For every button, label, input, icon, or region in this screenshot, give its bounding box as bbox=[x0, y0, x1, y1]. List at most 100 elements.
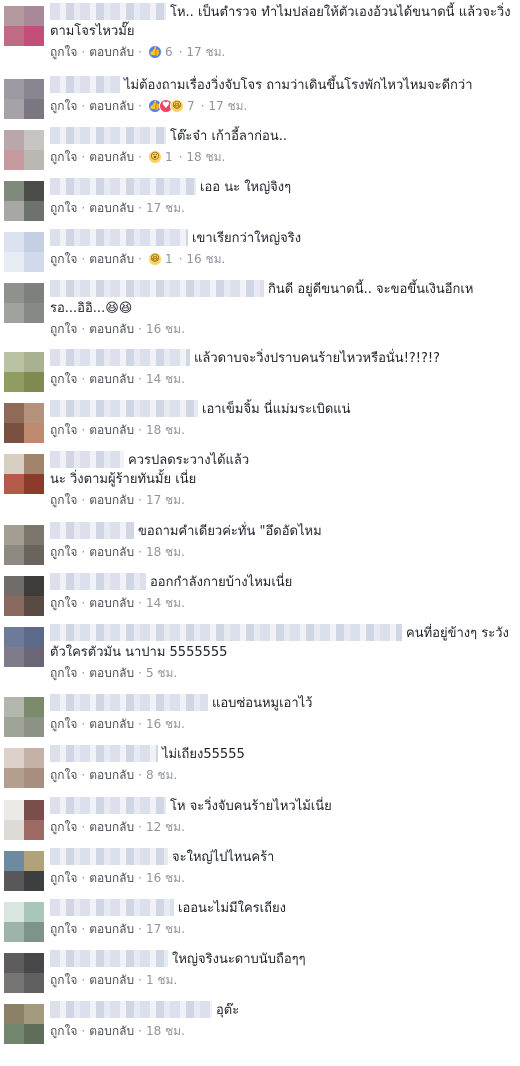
like-link[interactable]: ถูกใจ bbox=[50, 818, 77, 836]
reply-link[interactable]: ตอบกลับ bbox=[89, 920, 134, 938]
commenter-name[interactable] bbox=[50, 573, 146, 590]
commenter-name[interactable] bbox=[50, 229, 188, 246]
commenter-name[interactable] bbox=[50, 349, 190, 366]
commenter-name[interactable] bbox=[50, 76, 120, 93]
reply-link[interactable]: ตอบกลับ bbox=[89, 250, 134, 268]
reply-link[interactable]: ตอบกลับ bbox=[89, 97, 134, 115]
avatar[interactable] bbox=[4, 181, 44, 221]
like-link[interactable]: ถูกใจ bbox=[50, 421, 77, 439]
comment-timestamp[interactable]: 17 ชม. bbox=[146, 920, 185, 938]
commenter-name[interactable] bbox=[50, 451, 124, 468]
commenter-name[interactable] bbox=[50, 3, 166, 20]
avatar[interactable] bbox=[4, 697, 44, 737]
commenter-name[interactable] bbox=[50, 178, 196, 195]
like-link[interactable]: ถูกใจ bbox=[50, 199, 77, 217]
commenter-name[interactable] bbox=[50, 280, 264, 297]
reply-link[interactable]: ตอบกลับ bbox=[89, 491, 134, 509]
comment-timestamp[interactable]: 17 ชม. bbox=[208, 97, 247, 115]
reply-link[interactable]: ตอบกลับ bbox=[89, 818, 134, 836]
like-link[interactable]: ถูกใจ bbox=[50, 664, 77, 682]
comment-timestamp[interactable]: 5 ชม. bbox=[146, 664, 177, 682]
reply-link[interactable]: ตอบกลับ bbox=[89, 421, 134, 439]
commenter-name[interactable] bbox=[50, 745, 158, 762]
avatar[interactable] bbox=[4, 953, 44, 993]
comment-timestamp[interactable]: 16 ชม. bbox=[146, 715, 185, 733]
reaction-count[interactable]: 6 bbox=[165, 43, 173, 61]
commenter-name[interactable] bbox=[50, 400, 198, 417]
commenter-name[interactable] bbox=[50, 1001, 212, 1018]
avatar[interactable] bbox=[4, 454, 44, 494]
avatar[interactable] bbox=[4, 627, 44, 667]
reply-link[interactable]: ตอบกลับ bbox=[89, 869, 134, 887]
avatar[interactable] bbox=[4, 130, 44, 170]
comment-timestamp[interactable]: 18 ชม. bbox=[146, 543, 185, 561]
commenter-name[interactable] bbox=[50, 624, 402, 641]
reactions[interactable]: 😆 bbox=[147, 252, 162, 266]
commenter-name[interactable] bbox=[50, 899, 174, 916]
reply-link[interactable]: ตอบกลับ bbox=[89, 1022, 134, 1040]
reply-link[interactable]: ตอบกลับ bbox=[89, 320, 134, 338]
comment-timestamp[interactable]: 17 ชม. bbox=[146, 199, 185, 217]
avatar[interactable] bbox=[4, 283, 44, 323]
avatar[interactable] bbox=[4, 6, 44, 46]
like-link[interactable]: ถูกใจ bbox=[50, 43, 77, 61]
avatar[interactable] bbox=[4, 851, 44, 891]
avatar[interactable] bbox=[4, 748, 44, 788]
avatar[interactable] bbox=[4, 403, 44, 443]
like-link[interactable]: ถูกใจ bbox=[50, 370, 77, 388]
like-link[interactable]: ถูกใจ bbox=[50, 97, 77, 115]
avatar[interactable] bbox=[4, 800, 44, 840]
reply-link[interactable]: ตอบกลับ bbox=[89, 594, 134, 612]
reply-link[interactable]: ตอบกลับ bbox=[89, 543, 134, 561]
commenter-name[interactable] bbox=[50, 522, 134, 539]
reaction-count[interactable]: 7 bbox=[187, 97, 195, 115]
reply-link[interactable]: ตอบกลับ bbox=[89, 664, 134, 682]
like-link[interactable]: ถูกใจ bbox=[50, 491, 77, 509]
reaction-count[interactable]: 1 bbox=[165, 148, 173, 166]
comment-timestamp[interactable]: 8 ชม. bbox=[146, 766, 177, 784]
like-link[interactable]: ถูกใจ bbox=[50, 1022, 77, 1040]
comment-timestamp[interactable]: 16 ชม. bbox=[146, 320, 185, 338]
comment-timestamp[interactable]: 12 ชม. bbox=[146, 818, 185, 836]
comment-timestamp[interactable]: 17 ชม. bbox=[186, 43, 225, 61]
reply-link[interactable]: ตอบกลับ bbox=[89, 199, 134, 217]
commenter-name[interactable] bbox=[50, 694, 208, 711]
like-link[interactable]: ถูกใจ bbox=[50, 250, 77, 268]
comment-timestamp[interactable]: 17 ชม. bbox=[146, 491, 185, 509]
avatar[interactable] bbox=[4, 232, 44, 272]
like-link[interactable]: ถูกใจ bbox=[50, 766, 77, 784]
like-link[interactable]: ถูกใจ bbox=[50, 715, 77, 733]
reply-link[interactable]: ตอบกลับ bbox=[89, 766, 134, 784]
reaction-count[interactable]: 1 bbox=[165, 250, 173, 268]
comment-timestamp[interactable]: 16 ชม. bbox=[186, 250, 225, 268]
reply-link[interactable]: ตอบกลับ bbox=[89, 715, 134, 733]
like-link[interactable]: ถูกใจ bbox=[50, 971, 77, 989]
avatar[interactable] bbox=[4, 1004, 44, 1044]
comment-timestamp[interactable]: 1 ชม. bbox=[146, 971, 177, 989]
reply-link[interactable]: ตอบกลับ bbox=[89, 370, 134, 388]
commenter-name[interactable] bbox=[50, 797, 166, 814]
commenter-name[interactable] bbox=[50, 127, 166, 144]
like-link[interactable]: ถูกใจ bbox=[50, 320, 77, 338]
reactions[interactable]: 😮 bbox=[147, 150, 162, 164]
comment-timestamp[interactable]: 14 ชม. bbox=[146, 370, 185, 388]
avatar[interactable] bbox=[4, 525, 44, 565]
like-link[interactable]: ถูกใจ bbox=[50, 869, 77, 887]
avatar[interactable] bbox=[4, 352, 44, 392]
avatar[interactable] bbox=[4, 902, 44, 942]
like-link[interactable]: ถูกใจ bbox=[50, 594, 77, 612]
avatar[interactable] bbox=[4, 79, 44, 119]
like-link[interactable]: ถูกใจ bbox=[50, 148, 77, 166]
commenter-name[interactable] bbox=[50, 950, 168, 967]
reactions[interactable]: 👍 ♥ 😆 bbox=[147, 99, 184, 113]
reactions[interactable]: 👍 bbox=[147, 45, 162, 59]
reply-link[interactable]: ตอบกลับ bbox=[89, 148, 134, 166]
comment-timestamp[interactable]: 18 ชม. bbox=[186, 148, 225, 166]
reply-link[interactable]: ตอบกลับ bbox=[89, 971, 134, 989]
like-link[interactable]: ถูกใจ bbox=[50, 543, 77, 561]
comment-timestamp[interactable]: 14 ชม. bbox=[146, 594, 185, 612]
commenter-name[interactable] bbox=[50, 848, 168, 865]
comment-timestamp[interactable]: 16 ชม. bbox=[146, 869, 185, 887]
comment-timestamp[interactable]: 18 ชม. bbox=[146, 421, 185, 439]
avatar[interactable] bbox=[4, 576, 44, 616]
